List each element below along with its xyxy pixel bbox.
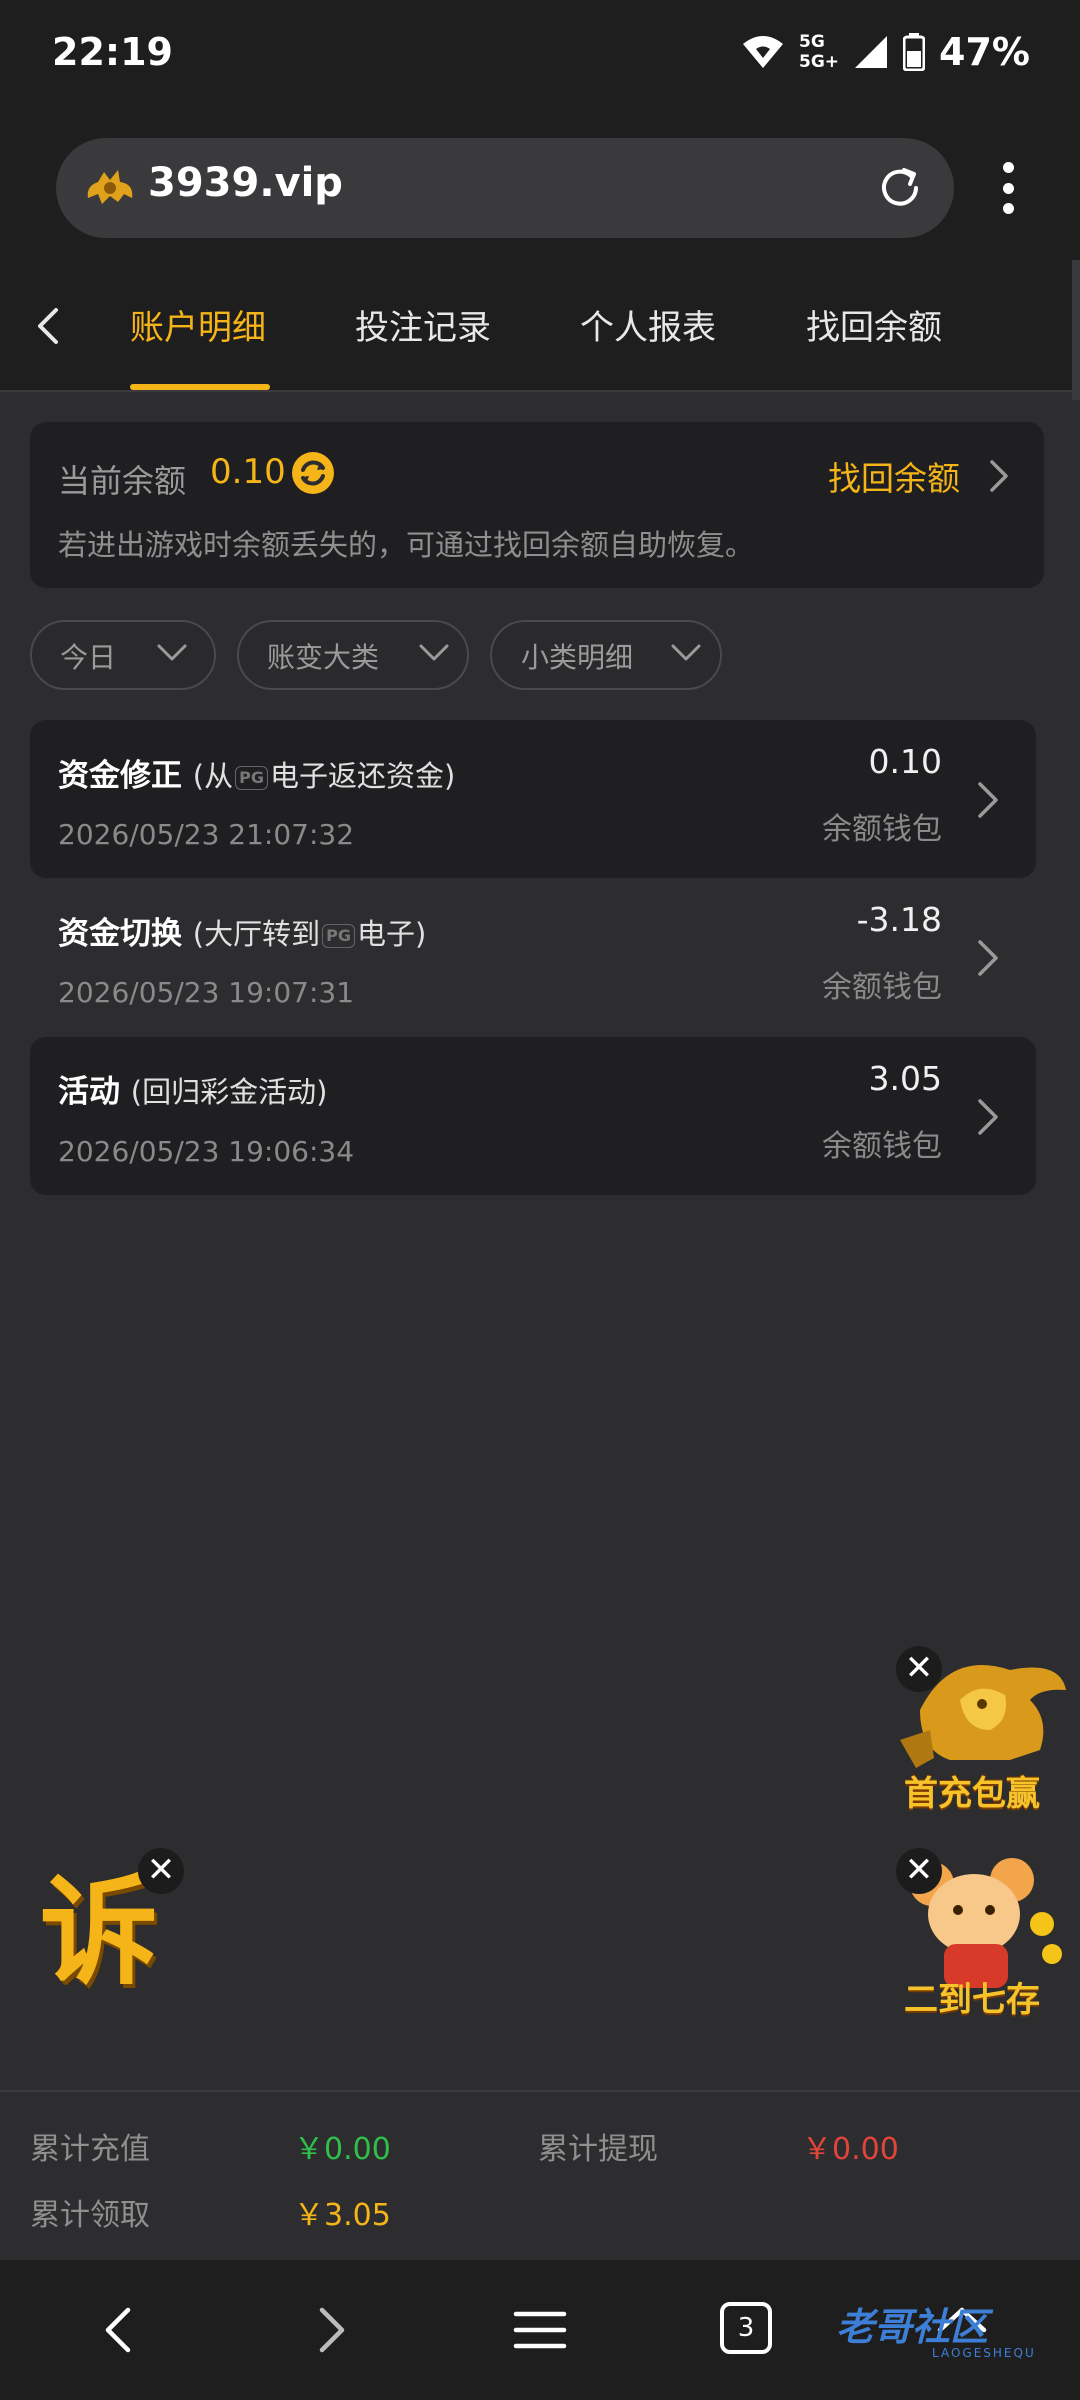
watermark-text: 老哥社区 <box>836 2305 989 2349</box>
wifi-icon <box>743 36 783 68</box>
tab-personal-report[interactable]: 个人报表 <box>580 300 716 349</box>
battery-icon <box>903 33 926 71</box>
balance-label: 当前余额 <box>58 462 187 500</box>
record-detail-prefix: (大厅转到 <box>192 917 321 951</box>
tab-bet-records[interactable]: 投注记录 <box>355 300 491 349</box>
url-text[interactable]: 3939.vip <box>148 160 343 206</box>
close-icon[interactable]: ✕ <box>896 1848 942 1894</box>
chevron-down-icon <box>419 644 449 661</box>
reload-icon[interactable] <box>874 162 926 214</box>
kebab-menu-icon[interactable] <box>988 158 1028 218</box>
filter-subcategory-label: 小类明细 <box>521 641 634 674</box>
record-title: 资金切换 (大厅转到 PG 电子) <box>58 908 426 953</box>
network-type-top: 5G <box>799 32 825 52</box>
chevron-right-icon[interactable] <box>974 776 1004 824</box>
record-wallet: 余额钱包 <box>822 812 942 847</box>
status-indicators: 5G 5G+ 47% <box>741 30 1030 74</box>
active-tab-indicator <box>130 384 270 390</box>
summary-panel <box>0 2090 1080 2260</box>
total-recharge-value: ￥0.00 <box>294 2132 391 2167</box>
back-icon[interactable] <box>90 2300 150 2360</box>
record-title: 资金修正 (从 PG 电子返还资金) <box>58 750 455 795</box>
balance-value: 0.10 <box>210 452 286 492</box>
record-title: 活动 (回归彩金活动) <box>58 1066 327 1111</box>
site-logo-icon <box>87 170 133 204</box>
record-wallet: 余额钱包 <box>822 970 942 1005</box>
record-amount: -3.18 <box>856 900 942 939</box>
total-withdraw-value: ￥0.00 <box>802 2132 899 2167</box>
scrollbar[interactable] <box>1072 260 1080 400</box>
network-type-bottom: 5G+ <box>799 52 840 72</box>
total-claim-value: ￥3.05 <box>294 2198 391 2233</box>
filter-date[interactable] <box>30 620 216 690</box>
filter-date-label: 今日 <box>60 641 117 674</box>
record-amount: 3.05 <box>868 1059 942 1098</box>
record-detail-suffix: 电子返还资金) <box>269 759 456 793</box>
watermark-subtext: LAOGESHEQU <box>932 2346 1036 2360</box>
recover-balance-link[interactable]: 找回余额 <box>828 452 960 500</box>
status-time: 22:19 <box>52 30 173 74</box>
tab-account-details[interactable]: 账户明细 <box>130 300 266 349</box>
record-amount: 0.10 <box>868 742 942 781</box>
chevron-right-icon[interactable] <box>974 934 1004 982</box>
record-detail: (从 PG 电子返还资金) <box>193 759 456 793</box>
record-detail: (大厅转到 PG 电子) <box>193 917 427 951</box>
close-icon[interactable]: ✕ <box>138 1848 184 1894</box>
record-date: 2026/05/23 19:07:31 <box>58 976 355 1009</box>
close-icon[interactable]: ✕ <box>896 1646 942 1692</box>
record-date: 2026/05/23 19:06:34 <box>58 1135 355 1168</box>
filter-category-label: 账变大类 <box>267 641 380 674</box>
lion-promo-label[interactable]: 首充包赢 <box>904 1766 1040 1815</box>
total-recharge-label: 累计充值 <box>30 2132 150 2167</box>
pg-provider-icon: PG <box>322 924 355 948</box>
tabs-count-button[interactable]: 3 <box>720 2302 772 2354</box>
total-claim-label: 累计领取 <box>30 2198 150 2233</box>
chevron-down-icon <box>157 644 187 661</box>
battery-percent: 47% <box>939 30 1030 74</box>
pg-provider-icon: PG <box>235 766 268 790</box>
record-type: 资金修正 <box>58 758 182 794</box>
back-arrow-icon[interactable] <box>28 300 68 352</box>
record-date: 2026/05/23 21:07:32 <box>58 818 355 851</box>
chevron-right-icon[interactable] <box>984 454 1014 498</box>
refresh-balance-icon[interactable] <box>290 450 336 496</box>
record-type: 资金切换 <box>58 916 182 952</box>
record-type: 活动 <box>58 1074 120 1110</box>
rat-promo-label[interactable]: 二到七存 <box>904 1972 1040 2021</box>
total-withdraw-label: 累计提现 <box>538 2132 658 2167</box>
forward-icon[interactable] <box>300 2300 360 2360</box>
signal-icon <box>855 36 888 68</box>
chevron-down-icon <box>671 644 701 661</box>
record-detail: (回归彩金活动) <box>130 1075 328 1109</box>
balance-note: 若进出游戏时余额丢失的，可通过找回余额自助恢复。 <box>58 528 755 562</box>
chevron-right-icon[interactable] <box>974 1093 1004 1141</box>
record-wallet: 余额钱包 <box>822 1129 942 1164</box>
record-detail-prefix: (从 <box>192 759 234 793</box>
menu-icon[interactable] <box>510 2300 570 2360</box>
tab-recover-balance[interactable]: 找回余额 <box>806 300 942 349</box>
record-detail-suffix: 电子) <box>356 917 427 951</box>
network-type: 5G 5G+ <box>799 32 839 72</box>
